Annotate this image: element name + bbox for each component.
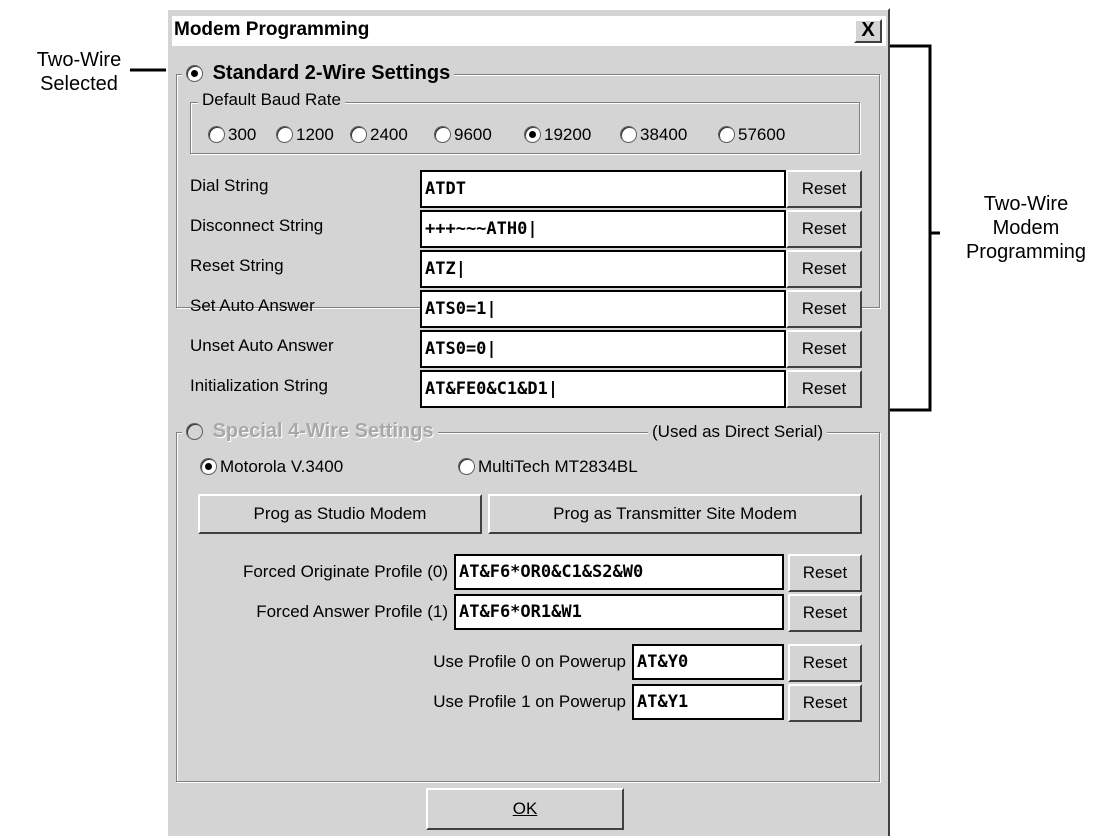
profile-label: Use Profile 1 on Powerup	[433, 692, 626, 711]
baud-option-9600[interactable]: 9600	[434, 124, 492, 145]
radio-icon	[350, 126, 367, 144]
baud-option-label: 1200	[296, 124, 334, 144]
reset-button[interactable]: Reset	[786, 210, 862, 248]
baud-option-label: 9600	[454, 124, 492, 144]
annotation-line: Programming	[965, 241, 1087, 263]
baud-option-label: 19200	[544, 124, 592, 144]
radio-icon	[524, 126, 541, 144]
profile-input[interactable]: AT&Y0	[632, 644, 784, 680]
profile-label: Use Profile 0 on Powerup	[433, 652, 626, 671]
radio-icon	[718, 126, 735, 144]
close-icon: X	[861, 19, 875, 41]
radio-icon	[208, 126, 225, 144]
baud-option-1200[interactable]: 1200	[276, 124, 334, 145]
radio-icon	[200, 458, 217, 476]
setting-label: Reset String	[190, 256, 284, 275]
special-settings-label: Special 4-Wire Settings	[212, 420, 434, 443]
setting-label: Set Auto Answer	[190, 296, 315, 315]
setting-input[interactable]: ATS0=0|	[420, 330, 786, 368]
annotation-line: Two-Wire	[36, 49, 122, 71]
reset-button[interactable]: Reset	[786, 330, 862, 368]
baud-option-label: 38400	[640, 124, 688, 144]
profile-input[interactable]: AT&Y1	[632, 684, 784, 720]
annotation-line: Two-Wire	[983, 193, 1069, 215]
radio-icon	[458, 458, 475, 476]
reset-button[interactable]: Reset	[786, 370, 862, 408]
baud-option-300[interactable]: 300	[208, 124, 256, 145]
setting-input[interactable]: ATS0=1|	[420, 290, 786, 328]
radio-icon	[186, 65, 203, 83]
baud-option-label: 2400	[370, 124, 408, 144]
reset-button[interactable]: Reset	[788, 594, 862, 632]
annotation-line: Selected	[40, 73, 118, 95]
annotation-line: Modem	[992, 217, 1060, 239]
window-title: Modem Programming	[174, 19, 370, 40]
reset-button[interactable]: Reset	[788, 684, 862, 722]
modem-option-motorola[interactable]: Motorola V.3400	[200, 456, 343, 477]
baud-rate-label: Default Baud Rate	[198, 90, 345, 110]
special-settings-radio[interactable]: Special 4-Wire Settings	[182, 420, 438, 444]
setting-label: Dial String	[190, 176, 269, 195]
close-button[interactable]: X	[854, 19, 882, 43]
baud-option-2400[interactable]: 2400	[350, 124, 408, 145]
radio-icon	[186, 423, 203, 441]
annotation-two-wire-selected: Two-Wire Selected	[24, 48, 134, 96]
reset-button[interactable]: Reset	[786, 290, 862, 328]
baud-option-label: 57600	[738, 124, 786, 144]
setting-label: Disconnect String	[190, 216, 324, 235]
setting-input[interactable]: ATZ|	[420, 250, 786, 288]
standard-settings-label: Standard 2-Wire Settings	[212, 62, 451, 85]
direct-serial-note: (Used as Direct Serial)	[648, 422, 827, 442]
modem-option-multitech[interactable]: MultiTech MT2834BL	[458, 456, 638, 477]
profile-input[interactable]: AT&F6*OR0&C1&S2&W0	[454, 554, 784, 590]
radio-icon	[276, 126, 293, 144]
baud-option-38400[interactable]: 38400	[620, 124, 687, 145]
ok-label: OK	[512, 799, 538, 818]
reset-button[interactable]: Reset	[788, 644, 862, 682]
reset-button[interactable]: Reset	[786, 170, 862, 208]
radio-icon	[620, 126, 637, 144]
title-bar: Modem Programming X	[172, 16, 886, 46]
profile-label: Forced Originate Profile (0)	[242, 562, 448, 581]
setting-label: Unset Auto Answer	[190, 336, 334, 355]
modem-option-label: Motorola V.3400	[220, 456, 344, 476]
reset-button[interactable]: Reset	[786, 250, 862, 288]
setting-input[interactable]: ATDT	[420, 170, 786, 208]
setting-label: Initialization String	[190, 376, 328, 395]
baud-option-57600[interactable]: 57600	[718, 124, 785, 145]
annotation-two-wire-programming: Two-Wire Modem Programming	[940, 192, 1112, 264]
prog-studio-button[interactable]: Prog as Studio Modem	[198, 494, 482, 534]
standard-settings-radio[interactable]: Standard 2-Wire Settings	[182, 62, 455, 86]
baud-option-19200[interactable]: 19200	[524, 124, 591, 145]
ok-button[interactable]: OK	[426, 788, 624, 830]
profile-label: Forced Answer Profile (1)	[256, 602, 448, 621]
prog-transmitter-button[interactable]: Prog as Transmitter Site Modem	[488, 494, 862, 534]
setting-input[interactable]: +++~~~ATH0|	[420, 210, 786, 248]
baud-option-label: 300	[228, 124, 257, 144]
modem-option-label: MultiTech MT2834BL	[478, 456, 638, 476]
profile-input[interactable]: AT&F6*OR1&W1	[454, 594, 784, 630]
reset-button[interactable]: Reset	[788, 554, 862, 592]
setting-input[interactable]: AT&FE0&C1&D1|	[420, 370, 786, 408]
modem-programming-dialog: Modem Programming X Standard 2-Wire Sett…	[166, 8, 890, 836]
radio-icon	[434, 126, 451, 144]
